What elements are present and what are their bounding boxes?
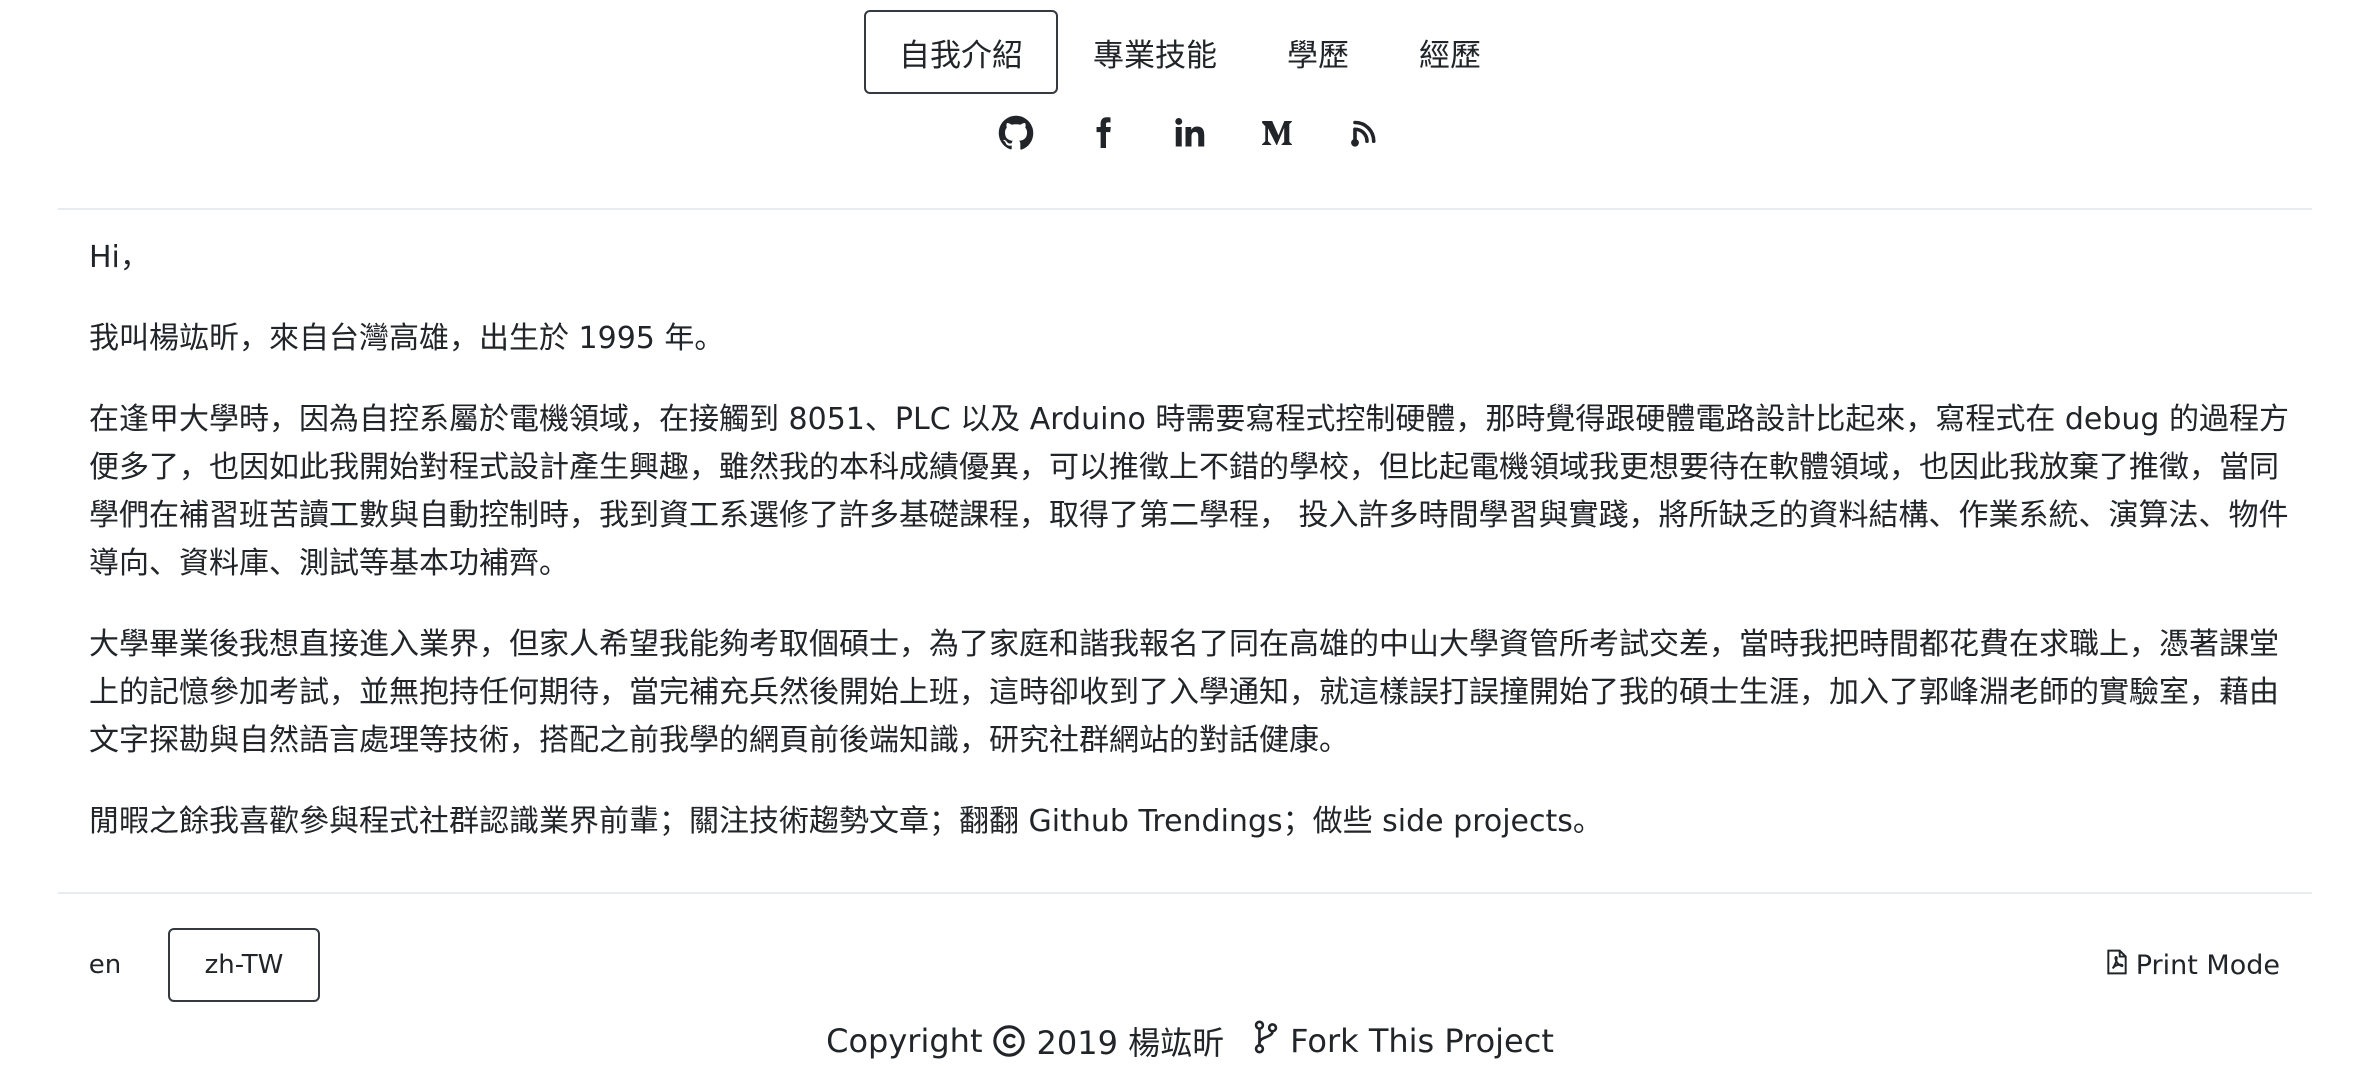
copyright-bar: Copyright 2019 楊竑昕 Fork This Project bbox=[0, 1018, 2380, 1064]
print-mode-button[interactable]: Print Mode bbox=[2106, 928, 2280, 1002]
greeting-text: Hi， bbox=[89, 240, 150, 275]
top-divider bbox=[58, 208, 2312, 210]
tab-about[interactable]: 自我介紹 bbox=[864, 10, 1058, 94]
tab-education[interactable]: 學歷 bbox=[1252, 10, 1384, 94]
fork-project-link[interactable]: Fork This Project bbox=[1252, 1020, 1554, 1062]
resume-page: 自我介紹 專業技能 學歷 經歷 Hi， 我叫楊竑昕，來自台灣高雄，出生於 199… bbox=[0, 0, 2380, 1090]
bottom-divider bbox=[58, 892, 2312, 894]
copyright-year-owner: 2019 楊竑昕 bbox=[1036, 1024, 1225, 1062]
language-en-button[interactable]: en bbox=[70, 928, 140, 1002]
footer-controls: en zh-TW Print Mode bbox=[0, 928, 2380, 1002]
pdf-file-icon bbox=[2106, 949, 2128, 982]
copyright-icon bbox=[992, 1024, 1026, 1058]
facebook-icon[interactable] bbox=[1082, 112, 1124, 154]
print-mode-label: Print Mode bbox=[2135, 949, 2280, 981]
graduate-paragraph: 大學畢業後我想直接進入業界，但家人希望我能夠考取個碩士，為了家庭和諧我報名了同在… bbox=[89, 627, 2279, 758]
language-zh-tw-button[interactable]: zh-TW bbox=[168, 928, 320, 1002]
about-section: Hi， 我叫楊竑昕，來自台灣高雄，出生於 1995 年。 在逢甲大學時，因為自控… bbox=[89, 234, 2289, 879]
copyright-notice: Copyright 2019 楊竑昕 bbox=[826, 1018, 1224, 1064]
github-icon[interactable] bbox=[995, 112, 1037, 154]
copyright-prefix: Copyright bbox=[826, 1022, 983, 1060]
tab-skills[interactable]: 專業技能 bbox=[1058, 10, 1252, 94]
section-tabs: 自我介紹 專業技能 學歷 經歷 bbox=[0, 10, 2380, 94]
code-branch-icon bbox=[1252, 1020, 1280, 1062]
hobbies-paragraph: 閒暇之餘我喜歡參與程式社群認識業界前輩；關注技術趨勢文章；翻翻 Github T… bbox=[89, 804, 1603, 839]
linkedin-icon[interactable] bbox=[1169, 112, 1211, 154]
fork-project-label: Fork This Project bbox=[1290, 1022, 1554, 1060]
medium-icon[interactable] bbox=[1256, 112, 1298, 154]
tab-experience[interactable]: 經歷 bbox=[1384, 10, 1516, 94]
blog-icon[interactable] bbox=[1343, 112, 1385, 154]
social-links bbox=[0, 112, 2380, 154]
intro-paragraph: 我叫楊竑昕，來自台灣高雄，出生於 1995 年。 bbox=[89, 321, 725, 356]
university-paragraph: 在逢甲大學時，因為自控系屬於電機領域，在接觸到 8051、PLC 以及 Ardu… bbox=[89, 402, 2290, 581]
